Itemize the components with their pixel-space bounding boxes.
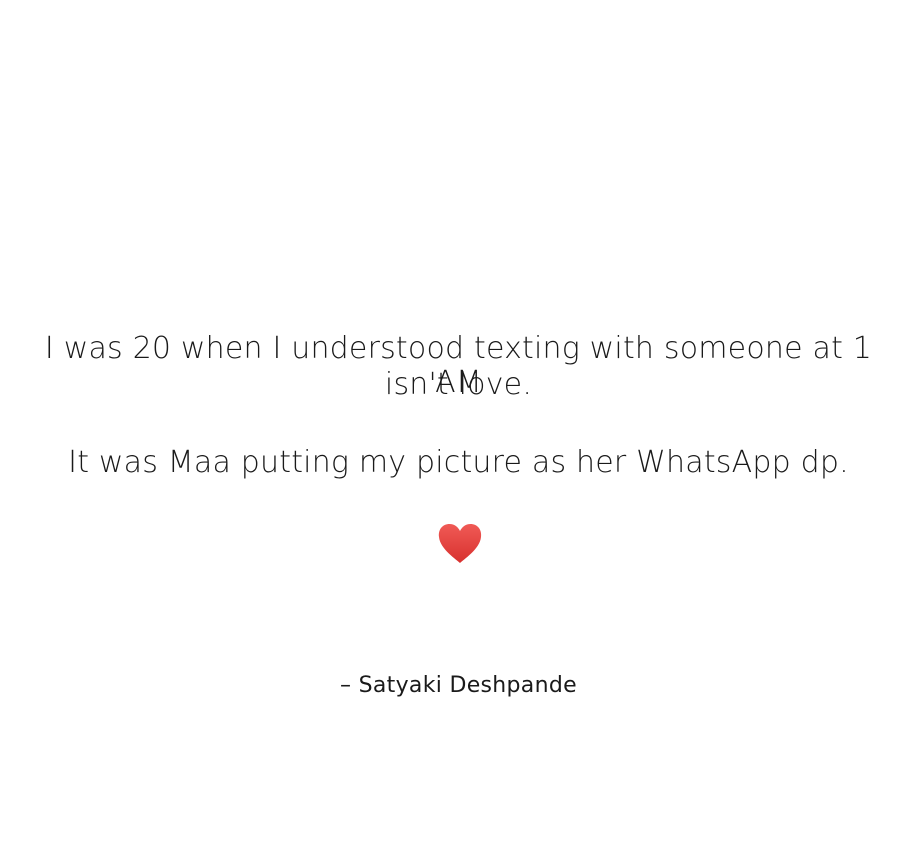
heart-icon	[438, 524, 482, 563]
author-signature: – Satyaki Deshpande	[340, 673, 577, 698]
quote-line-2: isn't love.	[384, 367, 533, 402]
quote-line-3: It was Maa putting my picture as her Wha…	[68, 445, 849, 480]
